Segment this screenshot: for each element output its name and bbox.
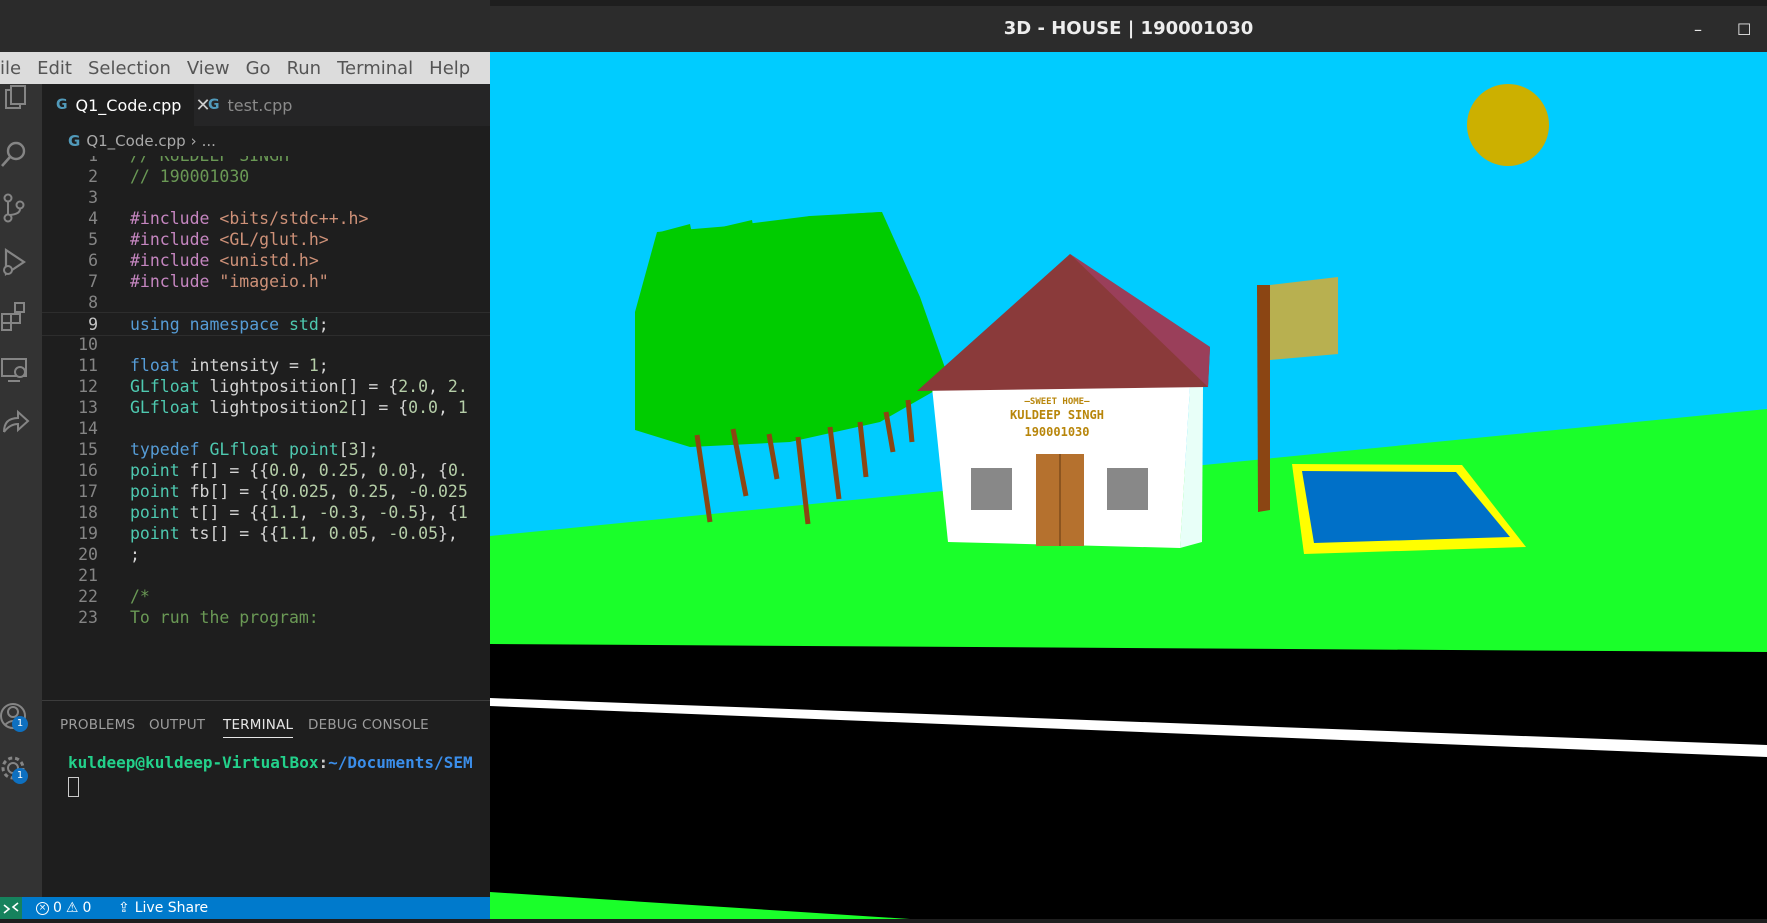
remote-explorer-icon[interactable]: [0, 354, 30, 386]
prompt-user: kuldeep@kuldeep-VirtualBox: [68, 753, 319, 772]
tab-test-cpp[interactable]: G test.cpp: [194, 84, 324, 126]
breadcrumb-symbol[interactable]: ...: [202, 132, 216, 150]
extensions-icon[interactable]: [0, 300, 30, 332]
maximize-button[interactable]: ☐: [1737, 20, 1751, 39]
sun: [1467, 84, 1549, 166]
menu-bar: ile Edit Selection View Go Run Terminal …: [0, 52, 490, 84]
menu-go[interactable]: Go: [238, 58, 279, 79]
warning-count: 0: [82, 900, 92, 916]
code-editor[interactable]: 1// KULDEEP SINGH2// 19000103034#include…: [42, 156, 490, 700]
terminal-prompt[interactable]: kuldeep@kuldeep-VirtualBox:~/Documents/S…: [68, 753, 473, 772]
accounts-badge: 1: [12, 716, 28, 732]
live-share-icon[interactable]: [0, 406, 30, 438]
house-window-left: [971, 468, 1012, 510]
search-icon[interactable]: [0, 138, 30, 170]
prompt-separator: :: [318, 753, 329, 772]
menu-edit[interactable]: Edit: [29, 58, 80, 79]
vscode-title-strip: [0, 0, 490, 52]
code-line[interactable]: 23 To run the program:: [42, 606, 490, 630]
prompt-path: ~/Documents/SEM: [328, 753, 473, 772]
breadcrumb-file[interactable]: Q1_Code.cpp: [86, 132, 185, 150]
settings-badge: 1: [12, 768, 28, 784]
tab-terminal[interactable]: TERMINAL: [223, 717, 294, 738]
remote-indicator-icon[interactable]: [0, 897, 22, 919]
warning-icon: ⚠: [65, 900, 79, 916]
live-share-label: Live Share: [134, 900, 209, 916]
menu-terminal[interactable]: Terminal: [329, 58, 421, 79]
minimize-button[interactable]: –: [1694, 20, 1702, 39]
cpp-file-icon: G: [68, 132, 81, 150]
source-control-icon[interactable]: [0, 192, 30, 224]
terminal-cursor: [68, 777, 79, 797]
house-window-right: [1107, 468, 1148, 510]
status-bar: × 0 ⚠ 0 ⇪ Live Share: [0, 897, 490, 919]
problems-status[interactable]: × 0 ⚠ 0: [36, 897, 91, 919]
live-share-icon: ⇪: [118, 900, 130, 916]
house-scene-canvas: —SWEET HOME— KULDEEP SINGH 190001030: [490, 52, 1767, 919]
line-number: 23: [78, 608, 98, 627]
menu-view[interactable]: View: [179, 58, 238, 79]
activity-bar: 1 1: [0, 84, 42, 897]
run-debug-icon[interactable]: [0, 246, 30, 278]
live-share-status[interactable]: ⇪ Live Share: [118, 897, 208, 919]
window-title: 3D - HOUSE | 190001030: [1003, 18, 1254, 39]
menu-run[interactable]: Run: [279, 58, 330, 79]
road: [490, 644, 1767, 919]
error-count: 0: [53, 900, 62, 916]
opengl-window: 3D - HOUSE | 190001030 – ☐ —SWEET HOME— …: [490, 6, 1767, 919]
breadcrumb: G Q1_Code.cpp › ...: [42, 126, 490, 156]
menu-help[interactable]: Help: [421, 58, 478, 79]
tab-problems[interactable]: PROBLEMS: [60, 717, 135, 733]
tab-output[interactable]: OUTPUT: [149, 717, 205, 733]
editor-tab-bar: G Q1_Code.cpp ✕ G test.cpp: [42, 84, 490, 126]
house-sign-line3: 190001030: [1024, 425, 1089, 439]
menu-file[interactable]: ile: [0, 58, 29, 79]
error-icon: ×: [36, 901, 49, 915]
tab-debug-console[interactable]: DEBUG CONSOLE: [308, 717, 429, 733]
tab-q1-code[interactable]: G Q1_Code.cpp ✕: [42, 84, 211, 126]
breadcrumb-separator: ›: [190, 132, 197, 150]
house-sign-line1: —SWEET HOME—: [1024, 397, 1090, 407]
line-code: To run the program:: [130, 608, 319, 627]
cpp-file-icon: G: [56, 97, 68, 113]
cpp-file-icon: G: [208, 97, 220, 113]
tab-label: Q1_Code.cpp: [75, 95, 182, 115]
bottom-panel: PROBLEMS OUTPUT TERMINAL DEBUG CONSOLE k…: [42, 700, 490, 897]
house-sign-line2: KULDEEP SINGH: [1010, 408, 1104, 422]
explorer-icon[interactable]: [0, 84, 30, 116]
menu-selection[interactable]: Selection: [80, 58, 179, 79]
tab-label: test.cpp: [227, 95, 293, 115]
